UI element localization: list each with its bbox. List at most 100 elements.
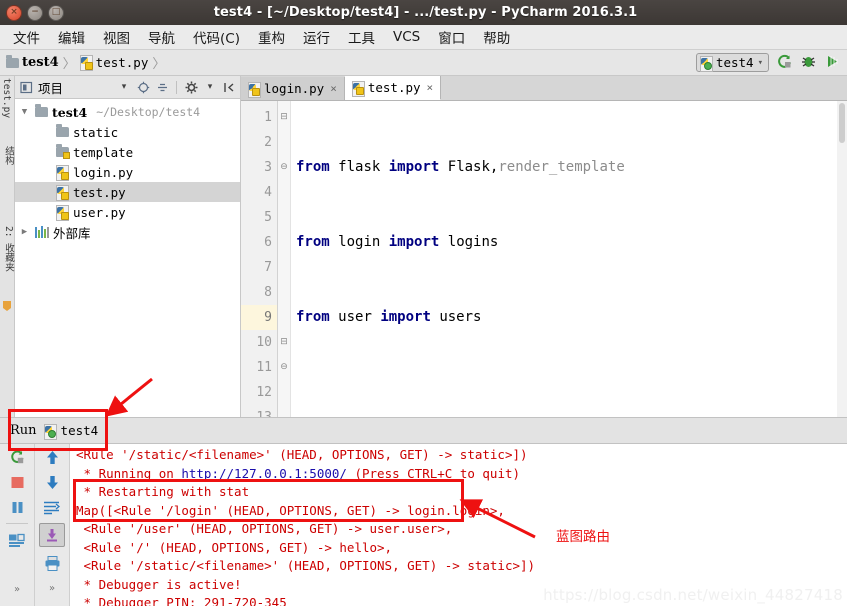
chevron-down-icon[interactable]: ▾ bbox=[117, 80, 131, 94]
code-folding-gutter[interactable]: ⊟ ⊖ ⊟ ⊖ bbox=[278, 101, 291, 417]
menu-item-help[interactable]: 帮助 bbox=[474, 25, 519, 49]
run-tool-window: Run test4 » bbox=[0, 417, 847, 606]
navigation-bar: test4 〉 test.py 〉 test4 ▾ bbox=[0, 50, 847, 76]
left-strip-tab-file[interactable]: test.py bbox=[1, 78, 12, 118]
server-url-link[interactable]: http://127.0.0.1:5000/ bbox=[181, 466, 347, 481]
expand-twisty-icon[interactable]: ▶ bbox=[18, 227, 31, 237]
run-panel-body: » » <Rule '/static bbox=[0, 444, 847, 606]
stop-icon[interactable] bbox=[7, 473, 27, 491]
pause-icon[interactable] bbox=[7, 498, 27, 516]
rerun-icon[interactable] bbox=[776, 53, 793, 73]
collapse-all-icon[interactable] bbox=[155, 80, 169, 94]
tree-item-static[interactable]: static bbox=[15, 122, 240, 142]
maximize-icon: □ bbox=[52, 8, 61, 17]
console-line: <Rule '/static/<filename>' (HEAD, OPTION… bbox=[76, 447, 528, 462]
menu-item-navigate[interactable]: 导航 bbox=[139, 25, 184, 49]
console-line: <Rule '/' (HEAD, OPTIONS, GET) -> hello>… bbox=[76, 540, 392, 555]
tree-item-test-py[interactable]: test.py bbox=[15, 182, 240, 202]
run-tab-bar: Run test4 bbox=[0, 418, 847, 444]
run-tab-test4[interactable]: test4 bbox=[44, 423, 99, 438]
fold-marker-icon[interactable]: ⊟ bbox=[278, 105, 290, 130]
console-line: <Rule '/static/<filename>' (HEAD, OPTION… bbox=[76, 558, 535, 573]
tree-item-user-py[interactable]: user.py bbox=[15, 202, 240, 222]
soft-wrap-icon[interactable] bbox=[42, 498, 62, 516]
tree-item-label: static bbox=[73, 125, 118, 140]
expand-twisty-icon[interactable]: ▼ bbox=[18, 107, 31, 117]
editor-tab-test-py[interactable]: test.py × bbox=[345, 76, 441, 100]
gear-dropdown-caret-icon[interactable]: ▾ bbox=[203, 80, 217, 94]
bookmark-icon bbox=[3, 301, 11, 311]
scroll-to-end-icon[interactable] bbox=[39, 523, 65, 547]
python-file-icon bbox=[56, 205, 69, 220]
python-file-icon bbox=[56, 165, 69, 180]
left-strip-tab-favorites[interactable]: 2: 收藏夹 bbox=[1, 226, 15, 272]
console-line: Map([<Rule '/login' (HEAD, OPTIONS, GET)… bbox=[76, 503, 505, 518]
code-line: from user import users bbox=[291, 305, 847, 330]
menu-item-vcs[interactable]: VCS bbox=[384, 27, 429, 47]
scroll-down-icon[interactable] bbox=[42, 473, 62, 491]
settings-gear-icon[interactable] bbox=[184, 80, 198, 94]
editor-tab-label: test.py bbox=[368, 80, 421, 95]
console-line: <Rule '/user' (HEAD, OPTIONS, GET) -> us… bbox=[76, 521, 452, 536]
line-number: 12 bbox=[241, 380, 277, 405]
project-tree: ▼ test4 ~/Desktop/test4 static template bbox=[15, 99, 240, 242]
breadcrumb-file[interactable]: test.py bbox=[80, 55, 149, 70]
library-icon bbox=[35, 226, 49, 238]
target-locate-icon[interactable] bbox=[136, 80, 150, 94]
more-right-icon[interactable]: » bbox=[42, 579, 62, 597]
project-panel-header: 项目 ▾ ▾ bbox=[15, 76, 240, 99]
code-editor[interactable]: 1 2 3 4 5 6 7 8 9 10 11 12 13 14 ⊟ bbox=[241, 101, 847, 417]
chevron-down-icon: ▾ bbox=[758, 58, 763, 68]
editor-tab-login-py[interactable]: login.py × bbox=[241, 77, 345, 100]
menu-item-refactor[interactable]: 重构 bbox=[249, 25, 294, 49]
menu-item-run[interactable]: 运行 bbox=[294, 25, 339, 49]
code-line: from login import logins bbox=[291, 230, 847, 255]
line-number: 6 bbox=[241, 230, 277, 255]
run-configuration-selector[interactable]: test4 ▾ bbox=[696, 53, 769, 72]
line-number: 1 bbox=[241, 105, 277, 130]
menu-item-file[interactable]: 文件 bbox=[4, 25, 49, 49]
line-number: 8 bbox=[241, 280, 277, 305]
tree-item-login-py[interactable]: login.py bbox=[15, 162, 240, 182]
menu-item-view[interactable]: 视图 bbox=[94, 25, 139, 49]
tree-item-label: test4 bbox=[52, 105, 87, 120]
menu-item-window[interactable]: 窗口 bbox=[429, 25, 474, 49]
folder-icon bbox=[35, 107, 48, 117]
more-left-icon[interactable]: » bbox=[7, 580, 27, 598]
print-icon[interactable] bbox=[42, 554, 62, 572]
menu-item-code[interactable]: 代码(C) bbox=[184, 25, 249, 49]
tree-item-test4[interactable]: ▼ test4 ~/Desktop/test4 bbox=[15, 102, 240, 122]
breadcrumb-project[interactable]: test4 bbox=[6, 55, 59, 70]
line-number: 11 bbox=[241, 355, 277, 380]
code-content[interactable]: from flask import Flask,render_template … bbox=[291, 101, 847, 417]
run-with-coverage-icon[interactable] bbox=[824, 53, 841, 73]
hide-panel-icon[interactable] bbox=[222, 80, 236, 94]
code-line: from flask import Flask,render_template bbox=[291, 155, 847, 180]
fold-marker-icon[interactable]: ⊟ bbox=[278, 330, 290, 355]
editor-tab-bar: login.py × test.py × bbox=[241, 76, 847, 101]
editor-scrollbar[interactable] bbox=[837, 101, 847, 417]
menu-bar: 文件 编辑 视图 导航 代码(C) 重构 运行 工具 VCS 窗口 帮助 bbox=[0, 25, 847, 50]
tree-item-external-libraries[interactable]: ▶ 外部库 bbox=[15, 222, 240, 242]
close-icon[interactable]: × bbox=[330, 82, 337, 95]
scroll-up-icon[interactable] bbox=[42, 448, 62, 466]
rerun-icon[interactable] bbox=[7, 448, 27, 466]
python-file-icon bbox=[248, 82, 260, 96]
maximize-window-button[interactable]: □ bbox=[48, 5, 64, 21]
tree-item-label: 外部库 bbox=[53, 223, 91, 242]
left-strip-tab-structure[interactable]: 结构 bbox=[1, 146, 15, 165]
debug-bug-icon[interactable] bbox=[800, 53, 817, 73]
menu-item-edit[interactable]: 编辑 bbox=[49, 25, 94, 49]
window-title: test4 - [~/Desktop/test4] - .../test.py … bbox=[64, 5, 787, 20]
watermark-text: https://blog.csdn.net/weixin_44827418 bbox=[543, 586, 843, 604]
line-number: 7 bbox=[241, 255, 277, 280]
console-toggle-icon[interactable] bbox=[7, 531, 27, 549]
console-output[interactable]: <Rule '/static/<filename>' (HEAD, OPTION… bbox=[70, 444, 847, 606]
minimize-window-button[interactable]: − bbox=[27, 5, 43, 21]
tree-item-template[interactable]: template bbox=[15, 142, 240, 162]
close-icon[interactable]: × bbox=[427, 81, 434, 94]
menu-item-tools[interactable]: 工具 bbox=[339, 25, 384, 49]
navbar-right-controls: test4 ▾ bbox=[696, 53, 841, 73]
console-line: * Restarting with stat bbox=[76, 484, 249, 499]
close-window-button[interactable]: × bbox=[6, 5, 22, 21]
